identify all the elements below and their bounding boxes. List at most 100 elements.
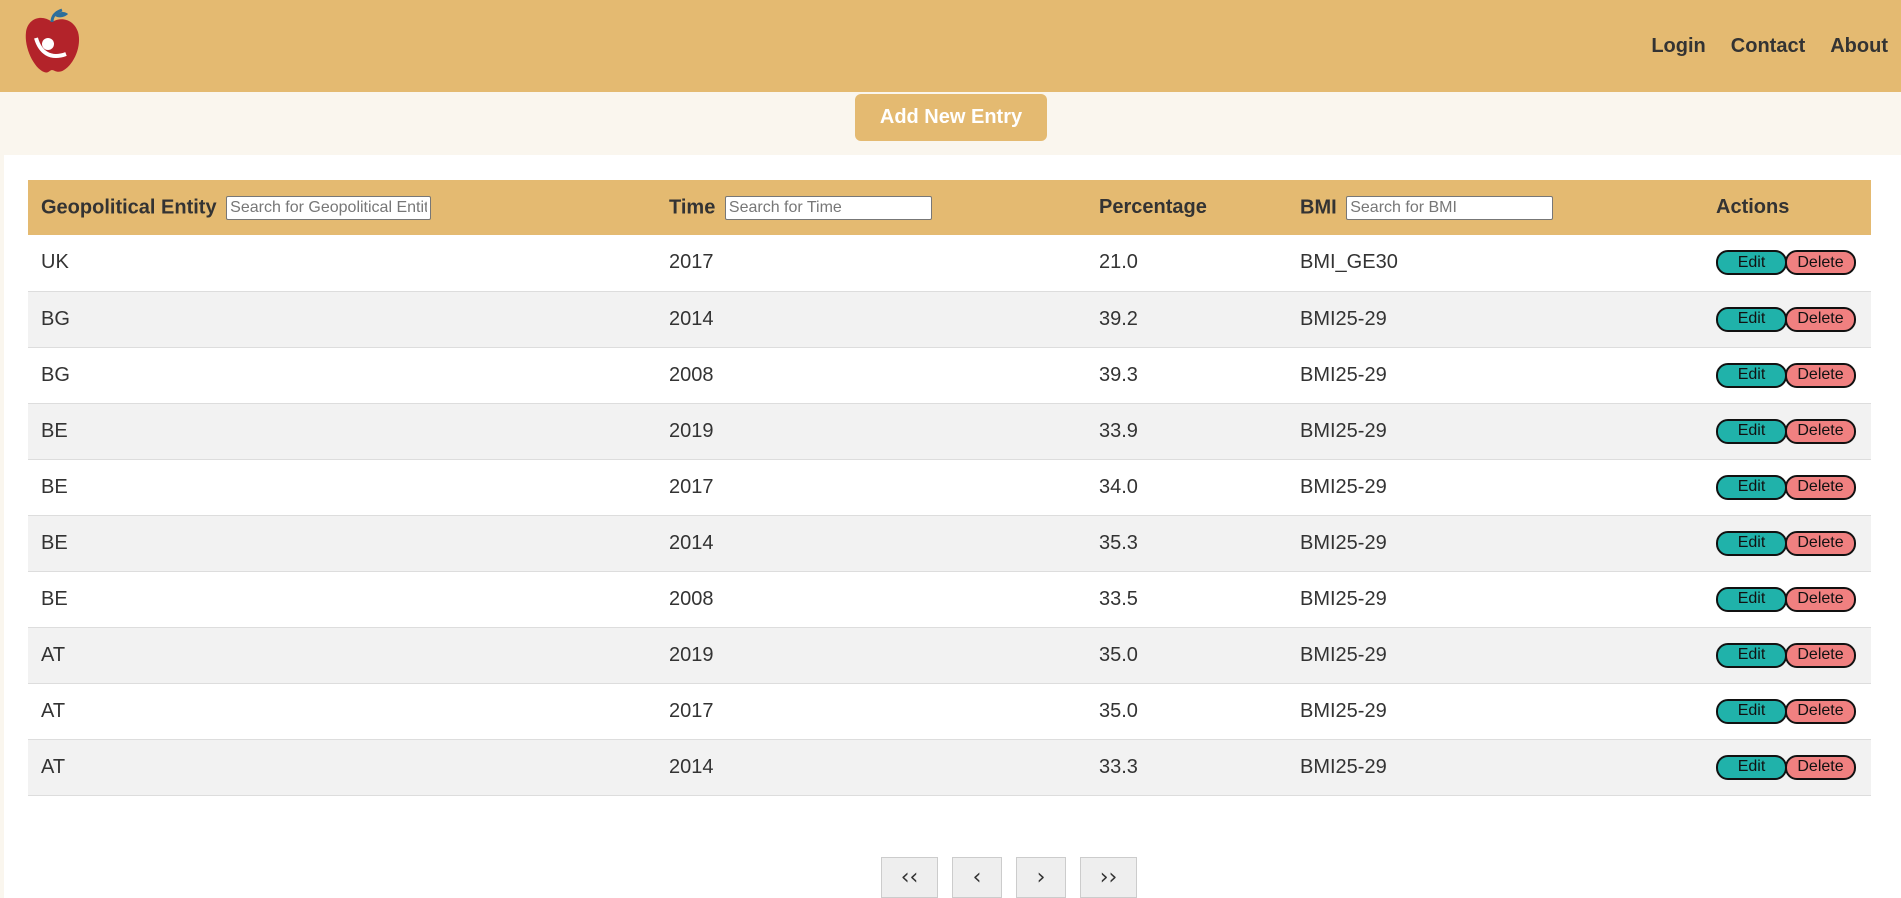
header-bmi-label: BMI <box>1300 195 1337 218</box>
table-row: AT 2014 33.3 BMI25-29 Edit Delete <box>28 739 1871 795</box>
cell-actions: Edit Delete <box>1703 515 1871 571</box>
delete-button[interactable]: Delete <box>1785 698 1856 724</box>
edit-button[interactable]: Edit <box>1716 530 1787 556</box>
cell-bmi: BMI25-29 <box>1300 363 1387 386</box>
delete-button[interactable]: Delete <box>1785 306 1856 332</box>
edit-button[interactable]: Edit <box>1716 474 1787 500</box>
header-geo-label: Geopolitical Entity <box>41 195 217 218</box>
first-page-button[interactable]: ‹‹ <box>881 857 938 898</box>
cell-percentage: 39.2 <box>1099 307 1138 330</box>
cell-bmi: BMI25-29 <box>1300 755 1387 778</box>
header-time-label: Time <box>669 195 716 218</box>
delete-button[interactable]: Delete <box>1785 362 1856 388</box>
cell-bmi: BMI25-29 <box>1300 643 1387 666</box>
header-actions: Actions <box>1703 180 1871 235</box>
cell-time: 2008 <box>669 363 714 386</box>
cell-actions: Edit Delete <box>1703 627 1871 683</box>
apple-logo-icon[interactable] <box>22 8 82 76</box>
cell-actions: Edit Delete <box>1703 683 1871 739</box>
header-geo: Geopolitical Entity <box>28 180 656 235</box>
cell-bmi: BMI25-29 <box>1300 419 1387 442</box>
navbar: Login Contact About <box>0 0 1901 92</box>
cell-actions: Edit Delete <box>1703 235 1871 291</box>
delete-button[interactable]: Delete <box>1785 530 1856 556</box>
last-page-button[interactable]: ›› <box>1080 857 1137 898</box>
table-header-row: Geopolitical Entity Time Percentage BMI … <box>28 180 1871 235</box>
cell-percentage: 35.3 <box>1099 531 1138 554</box>
table-row: AT 2019 35.0 BMI25-29 Edit Delete <box>28 627 1871 683</box>
geo-search-input[interactable] <box>226 195 432 220</box>
edit-button[interactable]: Edit <box>1716 418 1787 444</box>
cell-bmi: BMI25-29 <box>1300 531 1387 554</box>
table-row: BE 2017 34.0 BMI25-29 Edit Delete <box>28 459 1871 515</box>
delete-button[interactable]: Delete <box>1785 474 1856 500</box>
table-row: BE 2008 33.5 BMI25-29 Edit Delete <box>28 571 1871 627</box>
bmi-search-input[interactable] <box>1346 195 1554 220</box>
delete-button[interactable]: Delete <box>1785 754 1856 780</box>
edit-button[interactable]: Edit <box>1716 586 1787 612</box>
header-percentage: Percentage <box>1086 180 1287 235</box>
cell-actions: Edit Delete <box>1703 571 1871 627</box>
data-table: Geopolitical Entity Time Percentage BMI … <box>28 180 1871 796</box>
edit-button[interactable]: Edit <box>1716 306 1787 332</box>
cell-time: 2017 <box>669 475 714 498</box>
add-new-entry-button[interactable]: Add New Entry <box>855 94 1047 141</box>
edit-button[interactable]: Edit <box>1716 642 1787 668</box>
cell-geo: AT <box>41 699 66 722</box>
header-percentage-label: Percentage <box>1099 196 1207 218</box>
prev-page-button[interactable]: ‹ <box>952 857 1002 898</box>
delete-button[interactable]: Delete <box>1785 586 1856 612</box>
cell-actions: Edit Delete <box>1703 739 1871 795</box>
cell-percentage: 21.0 <box>1099 251 1138 274</box>
table-row: BG 2008 39.3 BMI25-29 Edit Delete <box>28 347 1871 403</box>
header-bmi: BMI <box>1287 180 1703 235</box>
edit-button[interactable]: Edit <box>1716 698 1787 724</box>
header-time: Time <box>656 180 1086 235</box>
cell-percentage: 34.0 <box>1099 475 1138 498</box>
cell-percentage: 33.5 <box>1099 587 1138 610</box>
edit-button[interactable]: Edit <box>1716 250 1787 276</box>
cell-percentage: 39.3 <box>1099 363 1138 386</box>
cell-bmi: BMI25-29 <box>1300 475 1387 498</box>
cell-time: 2019 <box>669 643 714 666</box>
pagination: ‹‹ ‹ › ›› <box>881 857 1137 898</box>
cell-time: 2008 <box>669 587 714 610</box>
table-row: BE 2019 33.9 BMI25-29 Edit Delete <box>28 403 1871 459</box>
cell-percentage: 33.3 <box>1099 755 1138 778</box>
edit-button[interactable]: Edit <box>1716 754 1787 780</box>
edit-button[interactable]: Edit <box>1716 362 1787 388</box>
nav-links: Login Contact About <box>1651 0 1901 92</box>
nav-contact-link[interactable]: Contact <box>1731 35 1805 58</box>
table-body: UK 2017 21.0 BMI_GE30 Edit Delete BG 2014… <box>28 235 1871 795</box>
cell-time: 2019 <box>669 419 714 442</box>
cell-geo: AT <box>41 643 66 666</box>
header-actions-label: Actions <box>1716 196 1790 218</box>
delete-button[interactable]: Delete <box>1785 642 1856 668</box>
cell-bmi: BMI25-29 <box>1300 699 1387 722</box>
cell-geo: BE <box>41 475 68 498</box>
next-page-button[interactable]: › <box>1016 857 1066 898</box>
table-row: AT 2017 35.0 BMI25-29 Edit Delete <box>28 683 1871 739</box>
nav-login-link[interactable]: Login <box>1651 35 1705 58</box>
cell-actions: Edit Delete <box>1703 291 1871 347</box>
cell-actions: Edit Delete <box>1703 403 1871 459</box>
cell-bmi: BMI25-29 <box>1300 307 1387 330</box>
cell-time: 2014 <box>669 755 714 778</box>
delete-button[interactable]: Delete <box>1785 418 1856 444</box>
cell-time: 2014 <box>669 307 714 330</box>
cell-geo: AT <box>41 755 66 778</box>
table-row: BE 2014 35.3 BMI25-29 Edit Delete <box>28 515 1871 571</box>
cell-bmi: BMI25-29 <box>1300 587 1387 610</box>
time-search-input[interactable] <box>724 195 932 220</box>
cell-time: 2017 <box>669 699 714 722</box>
delete-button[interactable]: Delete <box>1785 250 1856 276</box>
cell-geo: UK <box>41 251 69 274</box>
cell-bmi: BMI_GE30 <box>1300 251 1398 274</box>
cell-geo: BG <box>41 363 70 386</box>
cell-percentage: 35.0 <box>1099 643 1138 666</box>
table-header: Geopolitical Entity Time Percentage BMI … <box>28 180 1871 235</box>
cell-time: 2017 <box>669 251 714 274</box>
nav-about-link[interactable]: About <box>1830 35 1888 58</box>
cell-actions: Edit Delete <box>1703 459 1871 515</box>
table-panel: Geopolitical Entity Time Percentage BMI … <box>4 155 1901 898</box>
